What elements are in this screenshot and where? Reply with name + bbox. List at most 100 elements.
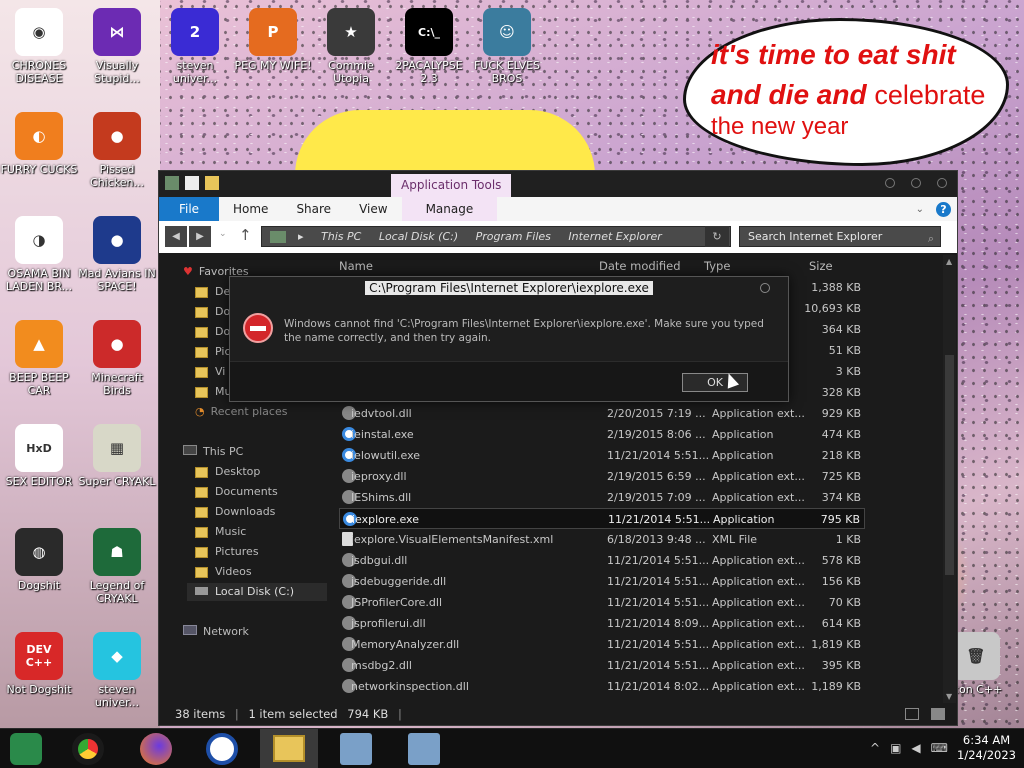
folder-icon[interactable]: [165, 176, 179, 190]
nav-pc-item[interactable]: Music: [195, 525, 246, 538]
desktop-icon[interactable]: ◐ FURRY CUCKS: [0, 112, 78, 176]
nav-fav-item[interactable]: De: [195, 285, 230, 298]
scroll-thumb[interactable]: [945, 355, 954, 575]
nav-local-disk[interactable]: Local Disk (C:): [187, 583, 327, 601]
maximize-button[interactable]: [911, 178, 921, 188]
firefox-taskbar-icon[interactable]: [140, 733, 172, 765]
help-icon[interactable]: ?: [936, 201, 951, 217]
tab-share[interactable]: Share: [282, 197, 345, 221]
desktop-icon[interactable]: HxD SEX EDITOR: [0, 424, 78, 488]
scroll-up-icon[interactable]: ▲: [946, 257, 952, 266]
desktop-icon[interactable]: ▲ BEEP BEEP CAR: [0, 320, 78, 397]
close-button[interactable]: [937, 178, 947, 188]
explorer-titlebar[interactable]: Application Tools: [159, 171, 957, 197]
table-row[interactable]: MemoryAnalyzer.dll 11/21/2014 5:51... Appl…: [339, 634, 865, 655]
new-folder-icon[interactable]: [205, 176, 219, 190]
col-type[interactable]: Type: [704, 259, 730, 273]
vertical-scrollbar[interactable]: ▲ ▼: [943, 255, 956, 703]
scroll-down-icon[interactable]: ▼: [946, 692, 952, 701]
table-row[interactable]: ieinstal.exe 2/19/2015 8:06 ... Applicatio…: [339, 424, 865, 445]
tab-file[interactable]: File: [159, 197, 219, 221]
table-row[interactable]: jsprofilerui.dll 11/21/2014 8:09... Applic…: [339, 613, 865, 634]
breadcrumb-local-disk[interactable]: Local Disk (C:): [379, 230, 458, 243]
nav-recent-places[interactable]: ◔ Recent places: [195, 405, 287, 418]
table-row[interactable]: networkinspection.dll 11/21/2014 8:02... A…: [339, 676, 865, 697]
search-icon[interactable]: ⌕: [928, 229, 934, 248]
table-row[interactable]: msdbg2.dll 11/21/2014 5:51... Application …: [339, 655, 865, 676]
desktop-icon[interactable]: C:\_ 2PACALYPSE 2.3: [390, 8, 468, 85]
desktop-icon[interactable]: ◉ CHRONES DISEASE: [0, 8, 78, 85]
desktop-icon[interactable]: ● Pissed Chicken...: [78, 112, 156, 189]
desktop-icon[interactable]: P PEG MY WIFE!: [234, 8, 312, 72]
col-size[interactable]: Size: [809, 259, 833, 273]
col-date[interactable]: Date modified: [599, 259, 681, 273]
start-button[interactable]: [10, 733, 42, 765]
setup-taskbar-icon[interactable]: [408, 733, 440, 765]
address-bar[interactable]: ▸ This PC Local Disk (C:) Program Files …: [261, 226, 731, 247]
nav-fav-item[interactable]: Pic: [195, 345, 231, 358]
table-row[interactable]: iexplore.VisualElementsManifest.xml 6/18/…: [339, 529, 865, 550]
desktop-icon[interactable]: ★ Commie Utopia: [312, 8, 390, 85]
recent-dropdown-icon[interactable]: ⌄: [219, 229, 227, 239]
nav-this-pc[interactable]: This PC: [183, 445, 243, 458]
network-icon[interactable]: ▣: [890, 741, 911, 755]
desktop-icon[interactable]: 2 steven univer...: [156, 8, 234, 85]
desktop-icon[interactable]: ● Mad Avians IN SPACE!: [78, 216, 156, 293]
minimize-button[interactable]: [885, 178, 895, 188]
breadcrumb-program-files[interactable]: Program Files: [476, 230, 551, 243]
desktop-icon[interactable]: ◍ Dogshit: [0, 528, 78, 592]
search-input[interactable]: Search Internet Explorer ⌕: [739, 226, 941, 247]
up-arrow-icon[interactable]: ↑: [239, 226, 252, 244]
nav-pc-item[interactable]: Downloads: [195, 505, 275, 518]
desktop-icon[interactable]: ☗ Legend of CRYAKL: [78, 528, 156, 605]
nav-fav-item[interactable]: Do: [195, 305, 230, 318]
table-row[interactable]: iedvtool.dll 2/20/2015 7:19 ... Applicatio…: [339, 403, 865, 424]
table-row[interactable]: jsdebuggeride.dll 11/21/2014 5:51... Appli…: [339, 571, 865, 592]
breadcrumb-internet-explorer[interactable]: Internet Explorer: [568, 230, 661, 243]
desktop-icon[interactable]: ☺ FUCK ELVES BROS: [468, 8, 546, 85]
explorer-taskbar-active[interactable]: [260, 729, 318, 768]
keyboard-icon[interactable]: ⌨: [931, 741, 958, 755]
table-row[interactable]: JSProfilerCore.dll 11/21/2014 5:51... Appl…: [339, 592, 865, 613]
tab-home[interactable]: Home: [219, 197, 282, 221]
details-view-icon[interactable]: [905, 708, 919, 720]
close-icon[interactable]: [760, 283, 770, 293]
chrome-taskbar-icon[interactable]: [72, 733, 104, 765]
chevron-down-icon[interactable]: ⌄: [916, 204, 924, 215]
desktop-icon[interactable]: DEV C++ Not Dogshit: [0, 632, 78, 696]
back-icon[interactable]: ◀: [165, 226, 187, 247]
refresh-icon[interactable]: ↻: [705, 226, 729, 247]
table-row[interactable]: IEShims.dll 2/19/2015 7:09 ... Application…: [339, 487, 865, 508]
nav-fav-item[interactable]: Do: [195, 325, 230, 338]
forward-icon[interactable]: ▶: [189, 226, 211, 247]
nav-pc-item[interactable]: Documents: [195, 485, 278, 498]
table-row-selected[interactable]: iexplore.exe 11/21/2014 5:51... Applicatio…: [339, 508, 865, 529]
desktop-icon[interactable]: ● Minecraft Birds: [78, 320, 156, 397]
chevron-up-icon[interactable]: ^: [870, 741, 890, 755]
nav-fav-item[interactable]: Mu: [195, 385, 231, 398]
col-name[interactable]: Name: [339, 259, 373, 273]
table-row[interactable]: ieproxy.dll 2/19/2015 6:59 ... Application…: [339, 466, 865, 487]
table-row[interactable]: jsdbgui.dll 11/21/2014 5:51... Application…: [339, 550, 865, 571]
nav-fav-item[interactable]: Vi: [195, 365, 225, 378]
tray-icons[interactable]: ^▣◀⌨: [870, 741, 958, 755]
breadcrumb-this-pc[interactable]: This PC: [321, 230, 361, 243]
desktop-icon[interactable]: ⋈ Visually Stupid...: [78, 8, 156, 85]
nav-pc-item[interactable]: Desktop: [195, 465, 260, 478]
tab-manage[interactable]: Manage: [401, 197, 498, 221]
cell-name: ielowutil.exe: [351, 449, 421, 462]
desktop-icon[interactable]: ◆ steven univer...: [78, 632, 156, 709]
large-icons-view-icon[interactable]: [931, 708, 945, 720]
nav-pc-item[interactable]: Videos: [195, 565, 252, 578]
nav-pc-item[interactable]: Pictures: [195, 545, 259, 558]
properties-icon[interactable]: [185, 176, 199, 190]
desktop-icon[interactable]: ◑ OSAMA BIN LADEN BR...: [0, 216, 78, 293]
setup-taskbar-icon[interactable]: [340, 733, 372, 765]
table-row[interactable]: ielowutil.exe 11/21/2014 5:51... Applicati…: [339, 445, 865, 466]
volume-icon[interactable]: ◀: [911, 741, 930, 755]
nav-network[interactable]: Network: [183, 625, 249, 638]
obama-taskbar-icon[interactable]: [206, 733, 238, 765]
clock[interactable]: 6:34 AM 1/24/2023: [957, 733, 1016, 763]
desktop-icon[interactable]: ▦ Super CRYAKL: [78, 424, 156, 488]
tab-view[interactable]: View: [345, 197, 401, 221]
